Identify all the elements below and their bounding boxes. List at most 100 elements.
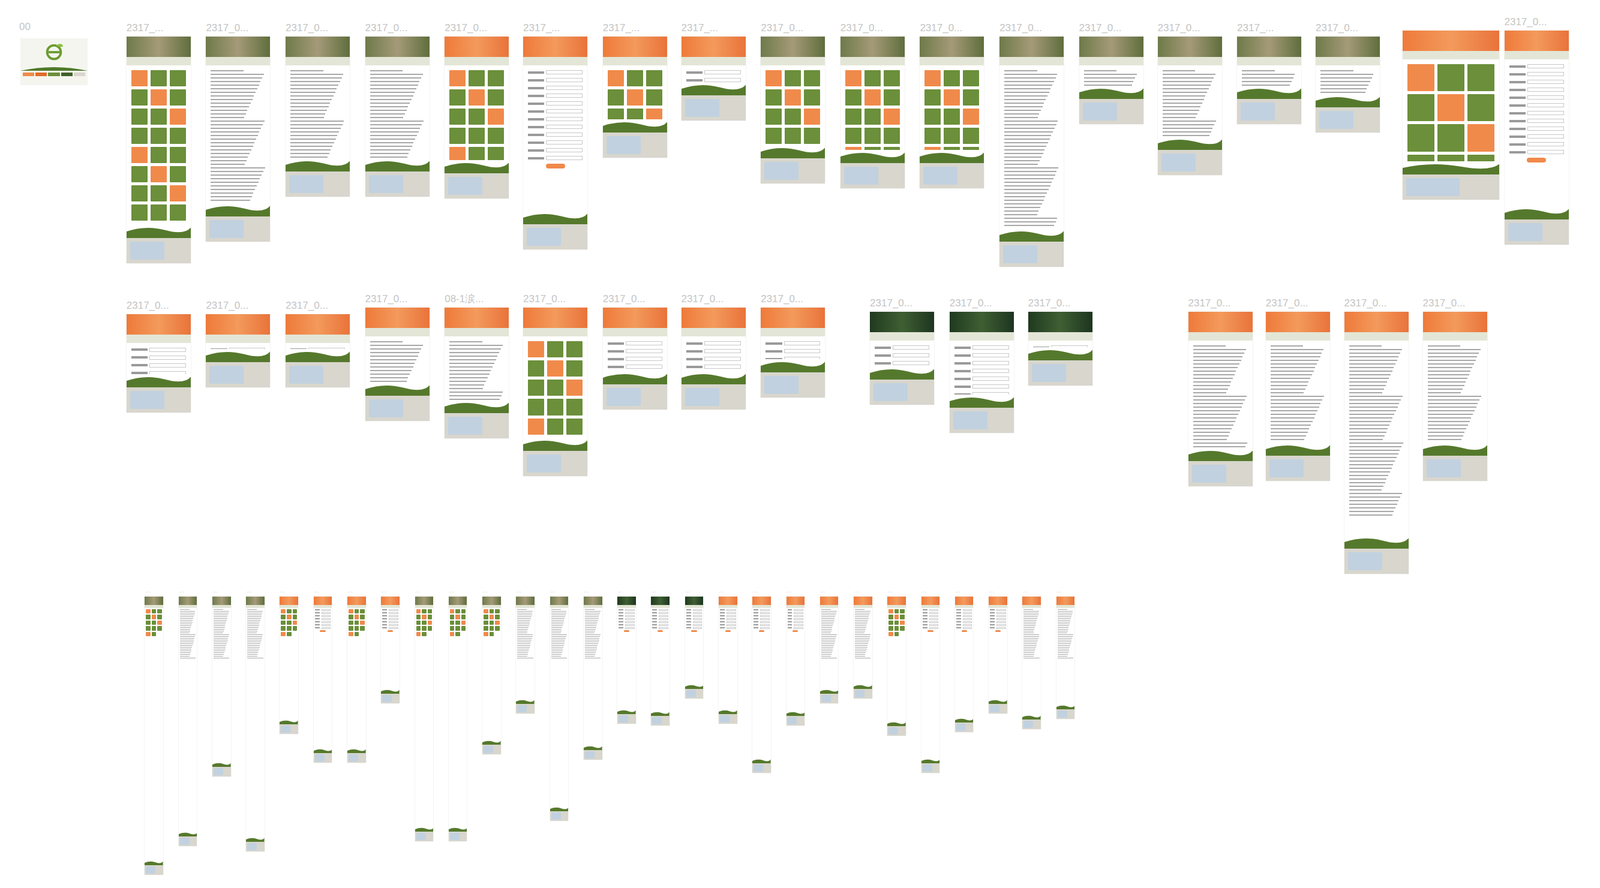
artboard-label[interactable]: ···: [1022, 588, 1028, 597]
artboard[interactable]: [212, 596, 231, 778]
artboard[interactable]: [347, 596, 366, 764]
artboard[interactable]: [444, 307, 509, 439]
artboard[interactable]: [650, 596, 670, 727]
artboard-label[interactable]: ···: [752, 588, 758, 597]
artboard[interactable]: [380, 596, 400, 705]
artboard[interactable]: [365, 307, 430, 422]
artboard-label[interactable]: 2317_0...: [1423, 295, 1466, 312]
artboard[interactable]: [1423, 311, 1488, 482]
artboard-label[interactable]: ···: [853, 588, 860, 597]
artboard-label[interactable]: 2317_0...: [840, 20, 884, 36]
artboard[interactable]: [949, 311, 1014, 434]
artboard[interactable]: [760, 307, 825, 398]
artboard-label[interactable]: 2317_0...: [1028, 295, 1071, 312]
artboard[interactable]: [1344, 311, 1409, 575]
artboard-label[interactable]: ···: [955, 588, 961, 597]
artboard-label[interactable]: 2317_0...: [365, 291, 408, 308]
artboard[interactable]: [1022, 596, 1041, 730]
artboard[interactable]: [869, 311, 935, 405]
artboard-label[interactable]: 2317_...: [126, 20, 164, 36]
artboard[interactable]: [205, 314, 270, 388]
artboard-label[interactable]: 2317_...: [523, 20, 560, 36]
artboard-label[interactable]: 2317_0...: [919, 20, 963, 36]
artboard[interactable]: [415, 596, 434, 842]
artboard-label[interactable]: ···: [144, 588, 150, 597]
artboard-label[interactable]: 08-1涙...: [444, 291, 484, 308]
artboard-label[interactable]: ···: [245, 588, 252, 597]
artboard-label[interactable]: ···: [583, 588, 590, 597]
artboard-label[interactable]: 2317_0...: [285, 20, 329, 36]
artboard[interactable]: [515, 596, 535, 715]
artboard[interactable]: [955, 596, 974, 733]
artboard[interactable]: [583, 596, 603, 761]
artboard-label[interactable]: 2317_...: [1237, 20, 1274, 36]
artboard[interactable]: [448, 596, 468, 842]
artboard[interactable]: [617, 596, 636, 725]
artboard-label[interactable]: ···: [515, 588, 522, 597]
artboard[interactable]: [1188, 311, 1253, 487]
artboard[interactable]: [523, 36, 588, 250]
artboard[interactable]: [820, 596, 839, 705]
artboard[interactable]: [523, 307, 588, 477]
artboard-label[interactable]: 2317_0...: [869, 295, 913, 312]
artboard[interactable]: [887, 596, 906, 737]
artboard[interactable]: [1056, 596, 1076, 720]
artboard[interactable]: [482, 596, 501, 756]
artboard[interactable]: [285, 314, 350, 388]
artboard[interactable]: [365, 36, 430, 197]
artboard-label[interactable]: 2317_0...: [1504, 14, 1548, 30]
artboard-label[interactable]: ···: [550, 588, 556, 597]
artboard-label[interactable]: ···: [685, 588, 691, 597]
artboard-label[interactable]: 2317_0...: [523, 291, 566, 308]
artboard-label[interactable]: ···: [1056, 588, 1062, 597]
artboard[interactable]: [1265, 311, 1331, 482]
artboard-label[interactable]: ···: [650, 588, 657, 597]
artboard[interactable]: [1237, 36, 1302, 125]
artboard-label[interactable]: ···: [178, 588, 185, 597]
artboard-label[interactable]: ···: [988, 588, 995, 597]
design-canvas[interactable]: 00 2317_... 2317_0... 2317_0... 2317_0... 231…: [0, 0, 1600, 888]
artboard[interactable]: [1028, 311, 1093, 386]
artboard-label[interactable]: 00: [19, 19, 31, 35]
artboard[interactable]: [144, 596, 164, 876]
artboard[interactable]: [126, 314, 191, 414]
artboard-label[interactable]: ···: [921, 588, 927, 597]
artboard[interactable]: [752, 596, 771, 774]
artboard[interactable]: [1402, 30, 1500, 200]
artboard[interactable]: [126, 36, 191, 263]
artboard-label[interactable]: ···: [212, 588, 218, 597]
artboard-label[interactable]: ···: [617, 588, 623, 597]
artboard[interactable]: [1504, 30, 1569, 245]
artboard[interactable]: [313, 596, 333, 764]
artboard-label[interactable]: ···: [380, 588, 387, 597]
artboard-label[interactable]: ···: [279, 588, 285, 597]
artboard-label[interactable]: 2317_0...: [1157, 20, 1201, 36]
artboard-label[interactable]: ···: [786, 588, 792, 597]
artboard-label[interactable]: 2317_0...: [1265, 295, 1309, 312]
artboard[interactable]: [786, 596, 806, 727]
artboard[interactable]: [1079, 36, 1144, 125]
artboard-label[interactable]: 2317_0...: [999, 20, 1043, 36]
artboard-label[interactable]: 2317_0...: [1344, 295, 1388, 312]
artboard[interactable]: [285, 36, 350, 197]
artboard-label[interactable]: 2317_0...: [760, 291, 804, 308]
artboard-label[interactable]: 2317_...: [602, 20, 640, 36]
artboard-label[interactable]: 2317_0...: [205, 298, 249, 314]
artboard-label[interactable]: 2317_0...: [365, 20, 408, 36]
artboard-label[interactable]: ···: [347, 588, 353, 597]
logo-artboard[interactable]: [20, 38, 88, 86]
artboard[interactable]: [245, 596, 265, 852]
artboard[interactable]: [853, 596, 873, 699]
artboard[interactable]: [681, 307, 746, 410]
artboard[interactable]: [444, 36, 509, 199]
artboard-label[interactable]: 2317_0...: [285, 298, 329, 314]
artboard-label[interactable]: 2317_0...: [1188, 295, 1232, 312]
artboard-label[interactable]: 2317_0...: [1079, 20, 1122, 36]
artboard-label[interactable]: 2317_0...: [205, 20, 249, 36]
artboard[interactable]: [718, 596, 738, 725]
artboard[interactable]: [602, 36, 668, 158]
artboard-label[interactable]: 2317_0...: [760, 20, 804, 36]
artboard-label[interactable]: 2317_0...: [1315, 20, 1359, 36]
artboard[interactable]: [999, 36, 1064, 267]
artboard[interactable]: [840, 36, 905, 189]
